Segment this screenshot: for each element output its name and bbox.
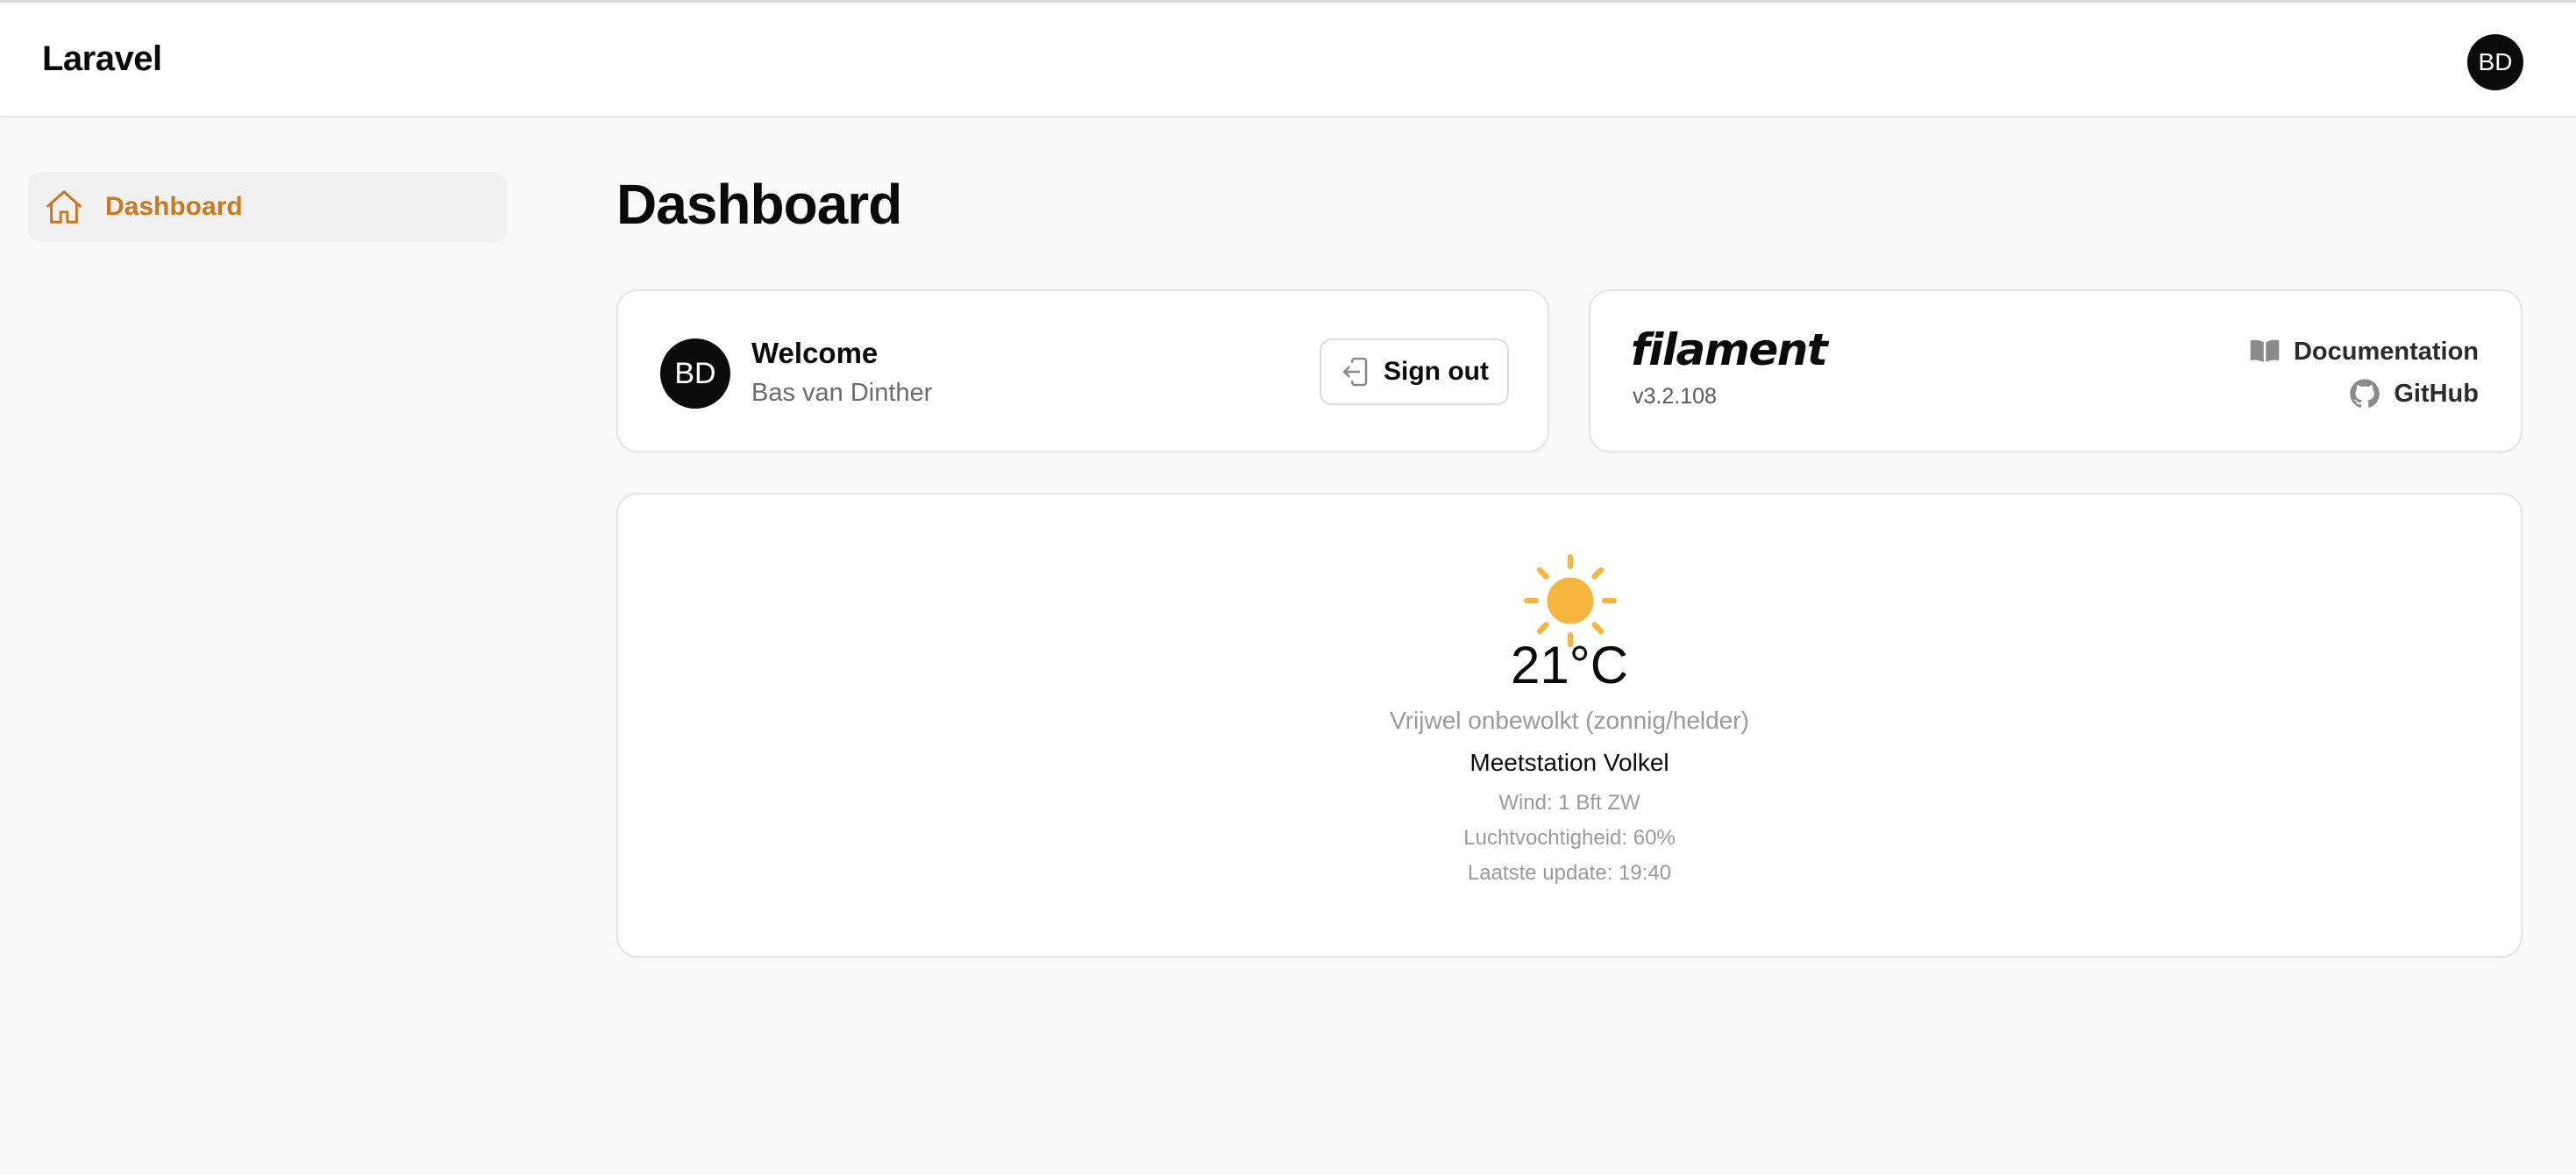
weather-condition: Vrijwel onbewolkt (zonnig/helder) — [1390, 707, 1749, 734]
wind-info: Wind: 1 Bft ZW — [1498, 791, 1640, 815]
welcome-card: BD Welcome Bas van Dinther Sign out — [616, 289, 1549, 452]
sidebar-item-dashboard[interactable]: Dashboard — [28, 172, 507, 242]
sign-out-button[interactable]: Sign out — [1320, 338, 1509, 405]
documentation-link[interactable]: Documentation — [2248, 335, 2479, 368]
sun-icon — [1524, 554, 1617, 647]
topbar: Laravel BD — [0, 0, 2576, 118]
page-title: Dashboard — [616, 173, 902, 236]
user-avatar[interactable]: BD — [2467, 34, 2523, 90]
book-open-icon — [2248, 335, 2281, 368]
filament-card: filament v3.2.108 Documentation GitHub — [1589, 289, 2523, 452]
avatar: BD — [660, 338, 730, 409]
user-name: Bas van Dinther — [751, 379, 933, 407]
sign-out-label: Sign out — [1384, 357, 1489, 386]
brand-logo[interactable]: Laravel — [42, 39, 162, 79]
filament-logo: filament — [1631, 324, 1828, 375]
temperature: 21°C — [1510, 636, 1629, 694]
filament-version: v3.2.108 — [1633, 384, 1717, 409]
last-update-info: Laatste update: 19:40 — [1467, 861, 1672, 885]
github-link[interactable]: GitHub — [2348, 377, 2479, 410]
home-icon — [44, 187, 84, 227]
github-label: GitHub — [2394, 379, 2479, 408]
weather-station: Meetstation Volkel — [1469, 749, 1669, 776]
github-icon — [2348, 377, 2381, 410]
sidebar-item-label: Dashboard — [105, 192, 243, 221]
humidity-info: Luchtvochtigheid: 60% — [1463, 826, 1676, 850]
sign-out-icon — [1340, 356, 1371, 388]
welcome-title: Welcome — [751, 337, 879, 369]
documentation-label: Documentation — [2293, 337, 2479, 366]
weather-card: 21°C Vrijwel onbewolkt (zonnig/helder) M… — [616, 493, 2523, 958]
